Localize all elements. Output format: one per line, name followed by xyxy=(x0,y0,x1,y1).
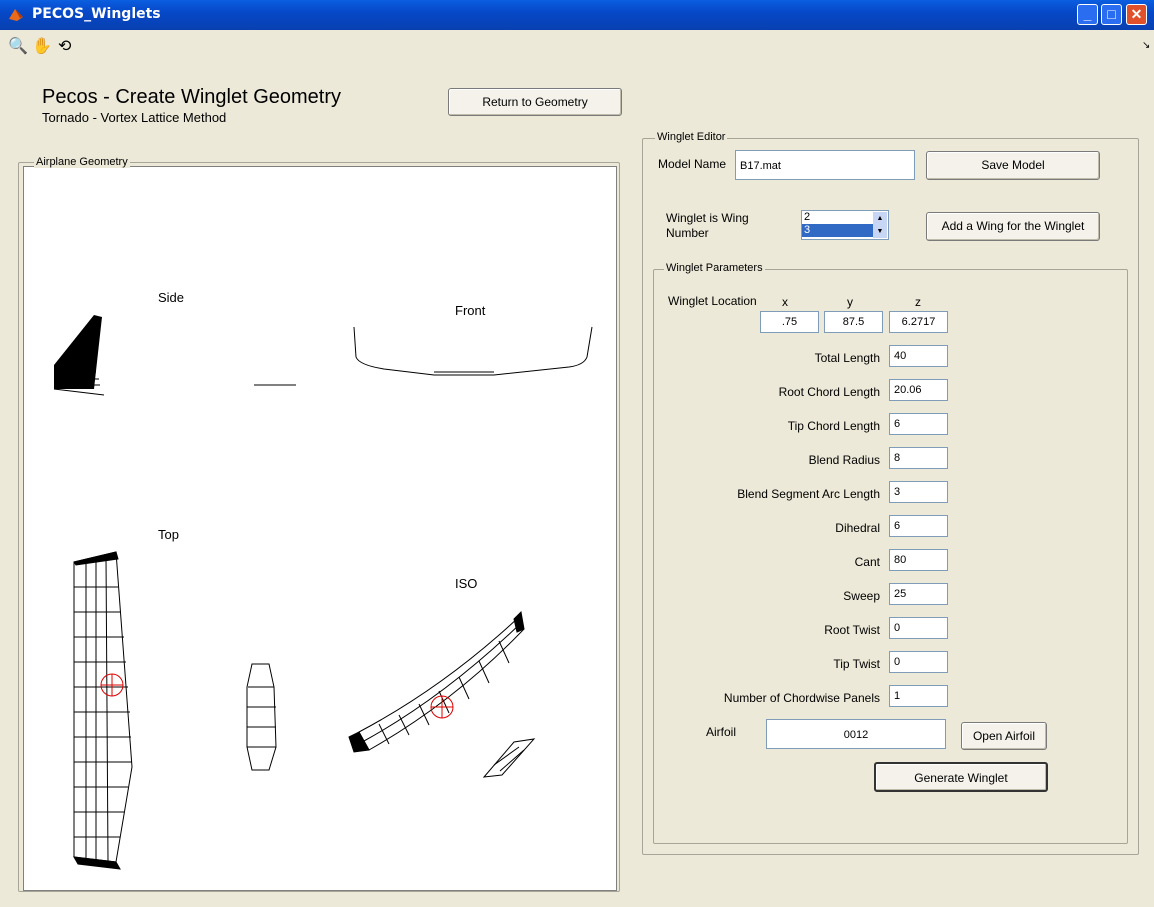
tip-twist-input[interactable]: 0 xyxy=(889,651,948,673)
chordwise-panels-label: Number of Chordwise Panels xyxy=(723,691,880,705)
open-airfoil-button[interactable]: Open Airfoil xyxy=(961,722,1047,750)
page-title: Pecos - Create Winglet Geometry xyxy=(42,86,341,108)
tip-chord-length-label: Tip Chord Length xyxy=(787,419,880,433)
winglet-location-label: Winglet Location xyxy=(668,294,757,308)
winglet-editor-label: Winglet Editor xyxy=(655,131,728,143)
top-view-label: Top xyxy=(158,527,179,542)
save-model-button[interactable]: Save Model xyxy=(926,151,1100,180)
location-y-input[interactable]: 87.5 xyxy=(824,311,883,333)
blend-segment-arc-length-input[interactable]: 3 xyxy=(889,481,948,503)
iso-view-label: ISO xyxy=(455,576,478,591)
tip-chord-length-input[interactable]: 6 xyxy=(889,413,948,435)
matlab-icon xyxy=(9,9,23,21)
location-z-input[interactable]: 6.2717 xyxy=(889,311,948,333)
sweep-input[interactable]: 25 xyxy=(889,583,948,605)
total-length-input[interactable]: 40 xyxy=(889,345,948,367)
close-button[interactable]: ✕ xyxy=(1126,4,1147,25)
y-label: y xyxy=(847,295,853,309)
return-to-geometry-button[interactable]: Return to Geometry xyxy=(448,88,622,116)
z-label: z xyxy=(915,295,921,309)
tip-twist-label: Tip Twist xyxy=(833,657,880,671)
minimize-button[interactable]: _ xyxy=(1077,4,1098,25)
sweep-label: Sweep xyxy=(843,589,880,603)
blend-segment-arc-length-label: Blend Segment Arc Length xyxy=(737,487,880,501)
figure-toolbar xyxy=(0,30,1154,60)
wing-list-item-selected[interactable]: 3 xyxy=(802,224,873,237)
front-view xyxy=(353,326,593,376)
page-subtitle: Tornado - Vortex Lattice Method xyxy=(42,110,227,125)
side-view xyxy=(53,315,296,396)
root-twist-input[interactable]: 0 xyxy=(889,617,948,639)
blend-radius-label: Blend Radius xyxy=(808,453,880,467)
total-length-label: Total Length xyxy=(814,351,880,365)
wing-number-label-1: Winglet is Wing xyxy=(666,211,749,225)
wing-number-listbox[interactable]: 2 3 ▲ ▼ xyxy=(801,210,889,240)
geometry-plot xyxy=(23,166,617,891)
chordwise-panels-input[interactable]: 1 xyxy=(889,685,948,707)
root-chord-length-input[interactable]: 20.06 xyxy=(889,379,948,401)
generate-winglet-button[interactable]: Generate Winglet xyxy=(874,762,1048,792)
cant-label: Cant xyxy=(854,555,880,569)
dock-arrow-icon[interactable]: ↘ xyxy=(1142,40,1150,51)
airplane-geometry-label: Airplane Geometry xyxy=(34,156,130,168)
root-twist-label: Root Twist xyxy=(824,623,880,637)
iso-cg-marker xyxy=(430,695,454,719)
x-label: x xyxy=(782,295,788,309)
geometry-drawing xyxy=(53,315,593,870)
iso-view xyxy=(348,610,536,778)
maximize-button[interactable]: □ xyxy=(1101,4,1122,25)
model-name-input[interactable]: B17.mat xyxy=(735,150,915,180)
top-view xyxy=(73,551,277,870)
title-bar: PECOS_Winglets _ □ ✕ xyxy=(0,0,1154,30)
root-chord-length-label: Root Chord Length xyxy=(778,385,880,399)
add-wing-button[interactable]: Add a Wing for the Winglet xyxy=(926,212,1100,241)
dihedral-label: Dihedral xyxy=(835,521,880,535)
front-view-label: Front xyxy=(455,303,486,318)
listbox-scrollbar[interactable]: ▲ ▼ xyxy=(873,212,887,238)
winglet-parameters-label: Winglet Parameters xyxy=(664,262,765,274)
side-view-label: Side xyxy=(158,290,185,305)
rotate-3d-icon[interactable]: ⟲ xyxy=(58,36,71,56)
top-cg-marker xyxy=(100,673,124,697)
airfoil-label: Airfoil xyxy=(706,725,737,739)
pan-hand-icon[interactable]: ✋ xyxy=(32,36,52,56)
dihedral-input[interactable]: 6 xyxy=(889,515,948,537)
model-name-label: Model Name xyxy=(658,157,727,171)
zoom-in-icon[interactable]: 🔍 xyxy=(8,36,28,56)
window-title: PECOS_Winglets xyxy=(32,6,161,22)
blend-radius-input[interactable]: 8 xyxy=(889,447,948,469)
wing-number-label-2: Number xyxy=(666,226,709,240)
airfoil-input[interactable]: 0012 xyxy=(766,719,946,749)
cant-input[interactable]: 80 xyxy=(889,549,948,571)
location-x-input[interactable]: .75 xyxy=(760,311,819,333)
